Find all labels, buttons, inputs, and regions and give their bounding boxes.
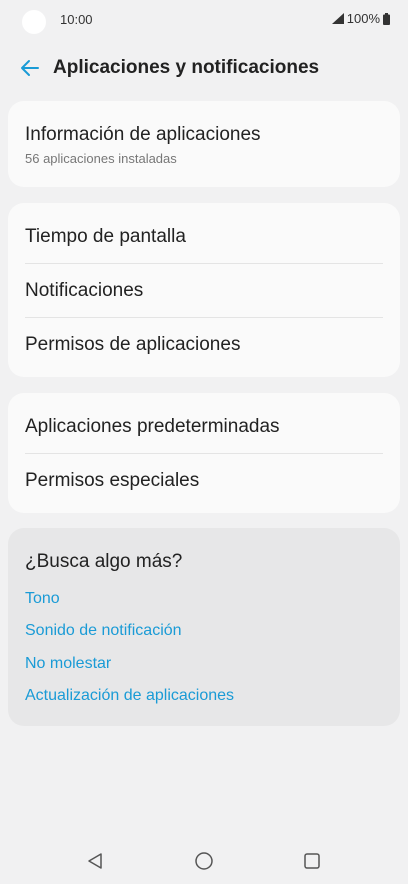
battery-percent: 100% (346, 11, 380, 26)
suggestions-title: ¿Busca algo más? (25, 551, 183, 572)
camera-cutout (22, 10, 46, 34)
divider (25, 263, 383, 264)
suggestion-link-tone[interactable]: Tono (25, 590, 60, 608)
nav-recent-icon[interactable] (297, 846, 327, 876)
nav-home-icon[interactable] (189, 846, 219, 876)
menu-item-notifications[interactable]: Notificaciones (25, 280, 383, 302)
menu-item-special-permissions[interactable]: Permisos especiales (25, 470, 383, 492)
settings-group-2: Aplicaciones predeterminadas Permisos es… (8, 393, 400, 513)
suggestion-link-app-updates[interactable]: Actualización de aplicaciones (25, 687, 234, 705)
back-arrow-icon[interactable] (18, 56, 42, 80)
app-info-card[interactable]: Información de aplicaciones 56 aplicacio… (8, 101, 400, 187)
app-info-subtitle: 56 aplicaciones instaladas (25, 151, 177, 166)
battery-icon (383, 12, 390, 25)
divider (25, 453, 383, 454)
menu-item-screen-time[interactable]: Tiempo de pantalla (25, 226, 383, 248)
status-bar: 10:00 100% (0, 0, 408, 40)
status-time: 10:00 (60, 12, 93, 27)
app-info-title: Información de aplicaciones (25, 124, 261, 145)
divider (25, 317, 383, 318)
settings-group-1: Tiempo de pantalla Notificaciones Permis… (8, 203, 400, 377)
menu-item-app-permissions[interactable]: Permisos de aplicaciones (25, 334, 383, 356)
suggestion-link-notification-sound[interactable]: Sonido de notificación (25, 622, 182, 640)
menu-item-default-apps[interactable]: Aplicaciones predeterminadas (25, 416, 383, 438)
navigation-bar (0, 836, 408, 884)
page-title: Aplicaciones y notificaciones (53, 57, 320, 78)
signal-icon (331, 13, 344, 24)
nav-back-icon[interactable] (80, 846, 110, 876)
suggestions-card: ¿Busca algo más? Tono Sonido de notifica… (8, 528, 400, 726)
status-indicators: 100% (331, 11, 390, 26)
suggestion-link-do-not-disturb[interactable]: No molestar (25, 655, 111, 673)
app-header: Aplicaciones y notificaciones (0, 48, 408, 88)
